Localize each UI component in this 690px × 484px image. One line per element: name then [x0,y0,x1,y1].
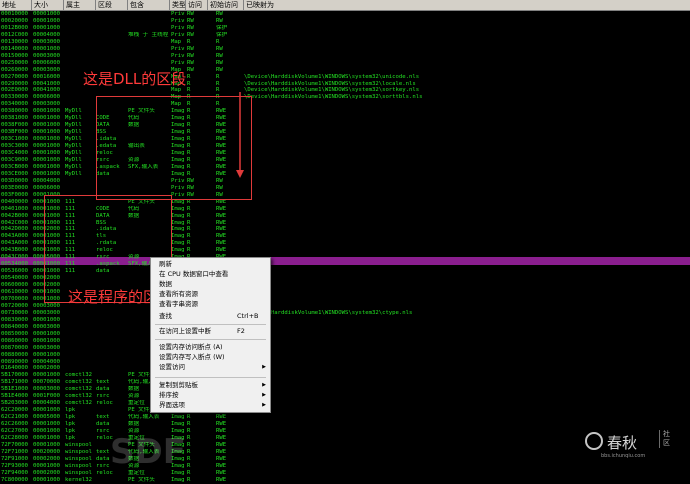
menu-item-memory-write-breakpoint[interactable]: 设置内存写入断点 (W) [151,353,270,362]
submenu-arrow-icon: ▶ [262,392,266,398]
menu-item-dump[interactable]: 数据 [151,280,270,289]
menu-item-label: 复制到剪贴板 [159,381,198,389]
menu-item-label: 查看字串资源 [159,300,198,308]
menu-item-label: 查找 [159,312,172,320]
menu-separator [155,339,266,340]
watermark-url: bbs.ichunqiu.com [601,453,646,459]
menu-item-label: 设置内存访问断点 (A) [159,343,223,351]
menu-item-refresh[interactable]: 刷新 [151,260,270,269]
menu-item-label: 设置访问 [159,363,185,371]
menu-item-view-all-resources[interactable]: 查看所有资源 [151,290,270,299]
submenu-arrow-icon: ▶ [262,364,266,370]
menu-separator [155,377,266,378]
watermark-title: 春秋 [607,434,638,452]
ichunqiu-logo-icon [585,432,603,450]
submenu-arrow-icon: ▶ [262,382,266,388]
menu-item-label: 在访问上设置中断 [159,327,211,335]
menu-item-view-string-resources[interactable]: 查看字串资源 [151,300,270,309]
menu-item-label: 数据 [159,280,172,288]
menu-item-label: 设置内存写入断点 (W) [159,353,225,361]
menu-item-search[interactable]: 查找 Ctrl+B [151,312,270,321]
menu-item-label: 界面选项 [159,401,185,409]
menu-item-label: 刷新 [159,260,172,268]
menu-item-sort-by[interactable]: 排序按 ▶ [151,391,270,400]
menu-item-set-access[interactable]: 设置访问 ▶ [151,363,270,372]
watermark-side-text: 社区 [659,430,675,448]
menu-item-label: 查看所有资源 [159,290,198,298]
menu-item-copy-to-clipboard[interactable]: 复制到剪贴板 ▶ [151,381,270,390]
ichunqiu-watermark: 春秋 社区 bbs.ichunqiu.com [585,430,685,470]
menu-separator [155,324,266,325]
menu-item-label: 在 CPU 数据窗口中查看 [159,270,229,278]
menu-item-appearance[interactable]: 界面选项 ▶ [151,401,270,410]
dll-arrow-head [236,170,244,178]
context-menu: 刷新 在 CPU 数据窗口中查看 数据 查看所有资源 查看字串资源 查找 Ctrl… [150,257,271,413]
menu-item-memory-access-breakpoint[interactable]: 设置内存访问断点 (A) [151,343,270,352]
menu-item-break-on-access[interactable]: 在访问上设置中断 F2 [151,327,270,336]
menu-item-shortcut: Ctrl+B [237,312,259,320]
menu-item-shortcut: F2 [237,327,245,335]
menu-item-label: 排序按 [159,391,179,399]
menu-item-view-in-cpu-dump[interactable]: 在 CPU 数据窗口中查看 [151,270,270,279]
submenu-arrow-icon: ▶ [262,402,266,408]
annotation-arrows [236,92,244,178]
ghost-watermark-text: SDF [110,432,186,472]
